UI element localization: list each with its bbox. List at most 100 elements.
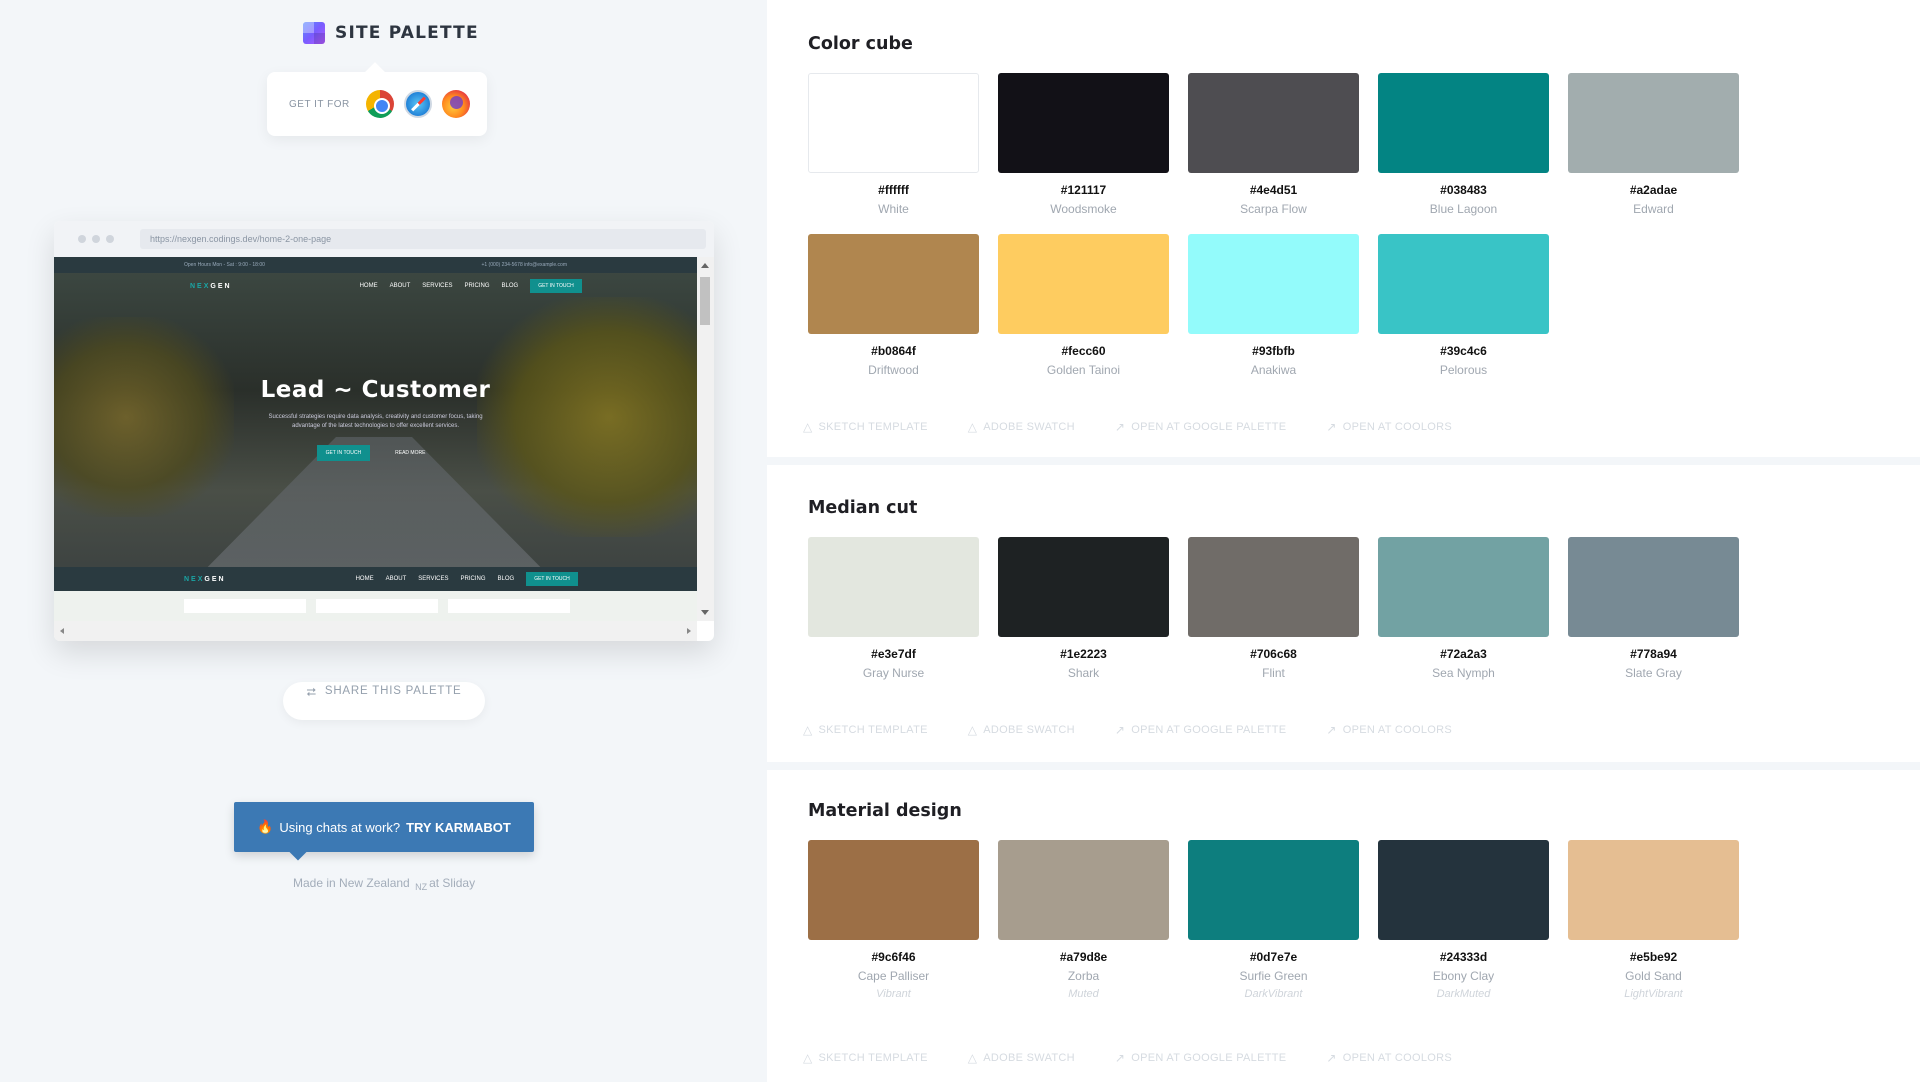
swatch-hex[interactable]: #a79d8e <box>998 950 1169 964</box>
firefox-icon[interactable] <box>441 90 470 118</box>
color-swatch[interactable] <box>1568 840 1739 940</box>
google-palette-link[interactable]: ↗ OPEN AT GOOGLE PALETTE <box>1115 1051 1287 1065</box>
swatch-name: Anakiwa <box>1250 363 1297 377</box>
color-swatch[interactable] <box>1188 840 1359 940</box>
swatch-name: Shark <box>1067 666 1100 680</box>
swatch-hex[interactable]: #e5be92 <box>1568 950 1739 964</box>
palette-actions: △ SKETCH TEMPLATE △ ADOBE SWATCH ↗ OPEN AT … <box>803 1051 1492 1065</box>
sketch-template-link[interactable]: △ SKETCH TEMPLATE <box>803 1051 928 1065</box>
get-it-label: GET IT FOR <box>289 98 350 110</box>
preview-nav-home: HOME <box>355 576 374 582</box>
swatch-name: Edward <box>1633 202 1674 216</box>
color-swatch[interactable] <box>998 234 1169 334</box>
external-link-icon: ↗ <box>1114 1051 1126 1065</box>
swatch-kind: Muted <box>1068 988 1099 1000</box>
scroll-thumb[interactable] <box>700 277 710 325</box>
adobe-icon: △ <box>967 420 978 434</box>
scroll-left-arrow-icon[interactable] <box>60 628 64 634</box>
swatch-hex[interactable]: #706c68 <box>1188 647 1359 661</box>
color-swatch[interactable] <box>998 537 1169 637</box>
swatch-hex[interactable]: #b0864f <box>808 344 979 358</box>
preview-sticky-nav: NEXGEN HOME ABOUT SERVICES PRICING BLOG … <box>54 567 697 591</box>
swatch-hex[interactable]: #038483 <box>1378 183 1549 197</box>
palette-actions: △ SKETCH TEMPLATE △ ADOBE SWATCH ↗ OPEN AT … <box>803 723 1492 737</box>
swatch-hex[interactable]: #ffffff <box>808 183 979 197</box>
share-icon: ⮂ <box>306 685 317 699</box>
karmabot-cta[interactable]: TRY KARMABOT <box>406 820 511 835</box>
section-title: Color cube <box>808 34 913 54</box>
swatch-hex[interactable]: #72a2a3 <box>1378 647 1549 661</box>
preview-nav-links: HOME ABOUT SERVICES PRICING BLOG <box>356 576 515 582</box>
chrome-icon[interactable] <box>365 90 394 118</box>
swatch-hex[interactable]: #0d7e7e <box>1188 950 1359 964</box>
swatch-hex[interactable]: #24333d <box>1378 950 1549 964</box>
swatch-hex[interactable]: #39c4c6 <box>1378 344 1549 358</box>
color-swatch[interactable] <box>1378 537 1549 637</box>
color-swatch[interactable] <box>1378 840 1549 940</box>
made-in-text: Made in New Zealand <box>293 876 410 890</box>
color-swatch[interactable] <box>808 73 979 173</box>
color-swatch[interactable] <box>1378 234 1549 334</box>
karmabot-banner[interactable]: 🔥 Using chats at work? TRY KARMABOT <box>234 802 534 852</box>
adobe-swatch-link[interactable]: △ ADOBE SWATCH <box>968 420 1075 434</box>
preview-vertical-scrollbar[interactable] <box>697 257 714 621</box>
color-swatch[interactable] <box>1378 73 1549 173</box>
safari-icon[interactable] <box>403 90 432 118</box>
google-palette-link[interactable]: ↗ OPEN AT GOOGLE PALETTE <box>1115 420 1287 434</box>
coolors-link[interactable]: ↗ OPEN AT COOLORS <box>1326 1051 1452 1065</box>
color-swatch[interactable] <box>1188 234 1359 334</box>
preview-nav-home: HOME <box>359 283 378 289</box>
swatch-name: Zorba <box>1067 969 1100 983</box>
color-swatch[interactable] <box>1568 73 1739 173</box>
adobe-icon: △ <box>967 723 978 737</box>
preview-read-more-button: READ MORE <box>395 450 426 456</box>
sliday-link[interactable]: at Sliday <box>429 876 475 890</box>
sketch-icon: △ <box>803 420 813 434</box>
color-swatch[interactable] <box>998 73 1169 173</box>
preview-nav-cta: GET IN TOUCH <box>530 279 582 293</box>
swatch-name: Gray Nurse <box>862 666 925 680</box>
adobe-swatch-link[interactable]: △ ADOBE SWATCH <box>968 1051 1075 1065</box>
swatch-hex[interactable]: #1e2223 <box>998 647 1169 661</box>
color-swatch[interactable] <box>808 234 979 334</box>
nz-badge: NZ <box>415 882 428 892</box>
get-it-card: GET IT FOR <box>267 72 487 136</box>
karmabot-prefix: Using chats at work? <box>279 819 401 835</box>
swatch-hex[interactable]: #fecc60 <box>998 344 1169 358</box>
coolors-link[interactable]: ↗ OPEN AT COOLORS <box>1326 723 1452 737</box>
brand[interactable]: SITE PALETTE <box>303 22 479 44</box>
swatch-name: Driftwood <box>868 363 919 377</box>
section-material-design: Material design #9c6f46 Cape Palliser Vi… <box>767 770 1920 1082</box>
color-swatch[interactable] <box>1568 537 1739 637</box>
scroll-up-arrow-icon[interactable] <box>701 263 709 268</box>
coolors-link[interactable]: ↗ OPEN AT COOLORS <box>1326 420 1452 434</box>
google-palette-link[interactable]: ↗ OPEN AT GOOGLE PALETTE <box>1115 723 1287 737</box>
color-swatch[interactable] <box>808 840 979 940</box>
swatch-name: Gold Sand <box>1625 969 1682 983</box>
scroll-right-arrow-icon[interactable] <box>687 628 691 634</box>
sketch-template-link[interactable]: △ SKETCH TEMPLATE <box>803 723 928 737</box>
preview-horizontal-scrollbar[interactable] <box>54 621 697 641</box>
share-palette-button[interactable]: ⮂ SHARE THIS PALETTE <box>283 682 485 720</box>
color-swatch[interactable] <box>1188 537 1359 637</box>
adobe-swatch-link[interactable]: △ ADOBE SWATCH <box>968 723 1075 737</box>
swatch-hex[interactable]: #778a94 <box>1568 647 1739 661</box>
sketch-icon: △ <box>803 1051 813 1065</box>
scroll-down-arrow-icon[interactable] <box>701 610 709 615</box>
swatch-kind: Vibrant <box>876 988 911 1000</box>
window-dot-icon <box>106 235 114 243</box>
swatch-hex[interactable]: #121117 <box>998 183 1169 197</box>
swatch-hex[interactable]: #e3e7df <box>808 647 979 661</box>
color-swatch[interactable] <box>998 840 1169 940</box>
swatch-hex[interactable]: #4e4d51 <box>1188 183 1359 197</box>
sketch-template-link[interactable]: △ SKETCH TEMPLATE <box>803 420 928 434</box>
swatch-hex[interactable]: #93fbfb <box>1188 344 1359 358</box>
color-swatch[interactable] <box>1188 73 1359 173</box>
color-swatch[interactable] <box>808 537 979 637</box>
window-dot-icon <box>78 235 86 243</box>
swatch-name: Surfie Green <box>1239 969 1308 983</box>
swatch-hex[interactable]: #9c6f46 <box>808 950 979 964</box>
section-median-cut: Median cut #e3e7df Gray Nurse #1e2223 Sh… <box>767 465 1920 762</box>
preview-nav-blog: BLOG <box>501 283 519 289</box>
swatch-hex[interactable]: #a2adae <box>1568 183 1739 197</box>
